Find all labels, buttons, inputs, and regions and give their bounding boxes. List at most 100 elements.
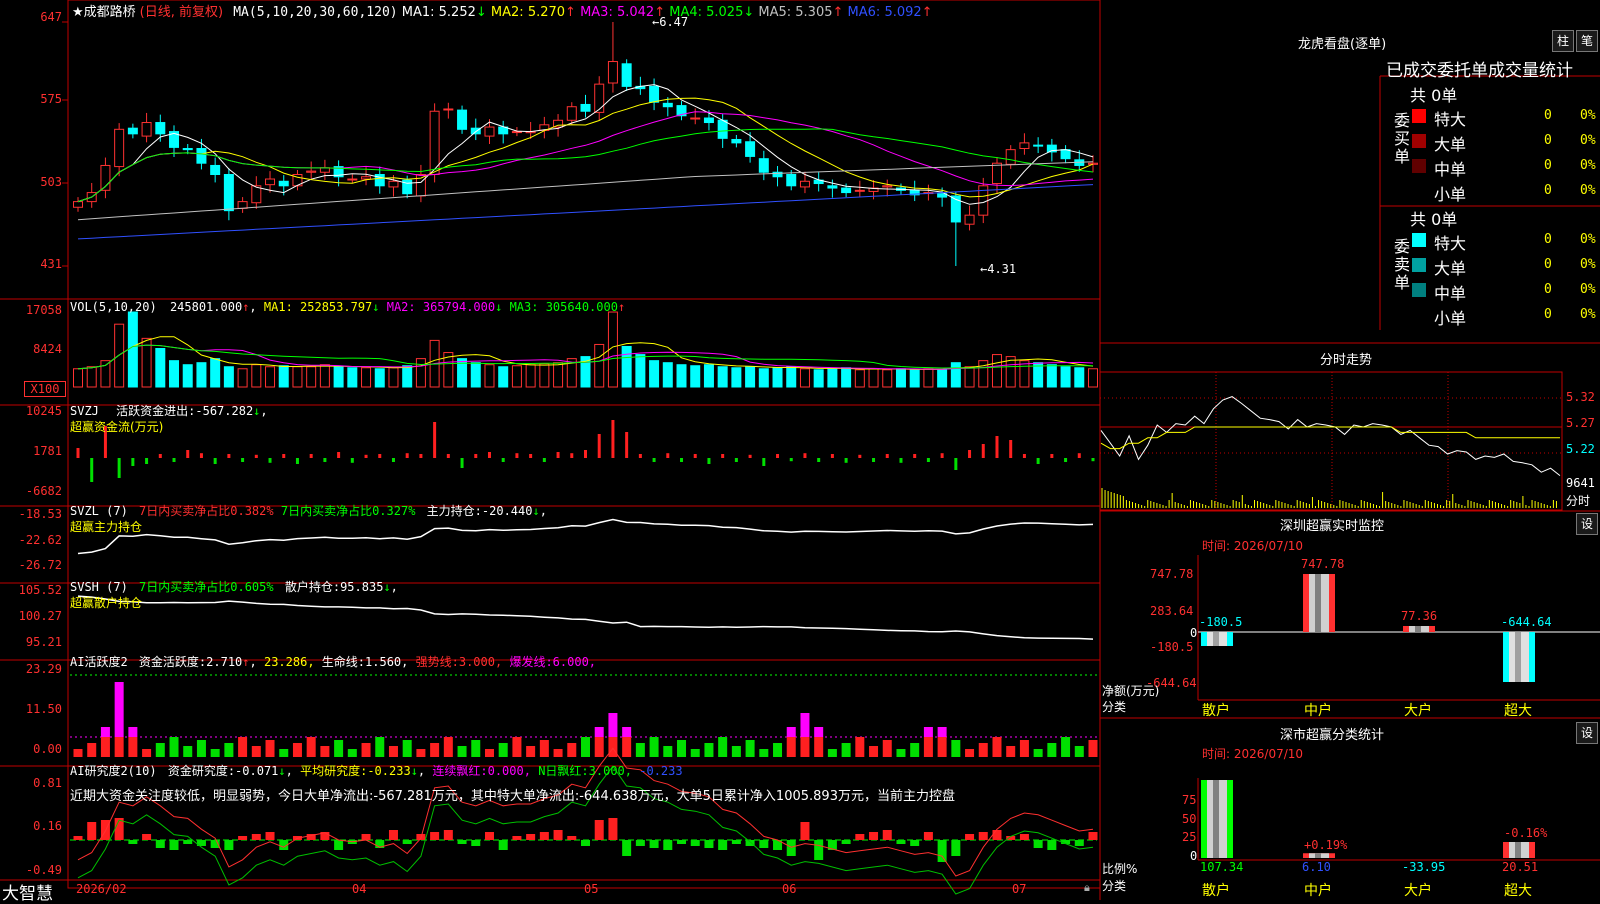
price-axis-431: 431	[40, 257, 62, 271]
period-label[interactable]: (日线, 前复权)	[140, 5, 223, 20]
stats-settings-button[interactable]: 设	[1576, 722, 1598, 744]
ai-active-bar	[1019, 740, 1029, 757]
svzj-axis-mid: 1781	[33, 444, 62, 458]
volume-bar	[127, 311, 138, 388]
svzj-bar	[131, 458, 135, 466]
candle-body	[484, 126, 495, 137]
stats-axis-50: 50	[1182, 812, 1197, 826]
buy-name: 大单	[1434, 135, 1467, 154]
ai-research-bar	[882, 830, 892, 840]
volume-bar	[950, 362, 961, 388]
ai-research-bar	[896, 840, 906, 844]
volume-axis-mid: 8424	[33, 342, 62, 356]
bar-mode-button[interactable]: 柱	[1552, 30, 1574, 52]
monitor-axis-2: 0	[1190, 626, 1198, 640]
ma-value-5: MA5: 5.305↑	[754, 5, 844, 20]
sell-pct: 0%	[1580, 257, 1596, 272]
lock-icon[interactable]: 🔒︎	[1084, 881, 1090, 895]
ai-active-bar	[347, 749, 357, 757]
volume-bar	[923, 368, 934, 388]
volume-bar	[717, 366, 728, 388]
pen-mode-button[interactable]: 笔	[1576, 30, 1598, 52]
candle-body	[1019, 142, 1030, 150]
ai-research-bar	[992, 830, 1002, 840]
ai-research-bar	[649, 840, 659, 848]
buy-total: 共 0单	[1410, 86, 1458, 105]
volume-bar	[1074, 367, 1085, 388]
volume-bar	[1019, 360, 1030, 388]
ai-research-bar	[526, 834, 536, 840]
svzj-bar	[405, 453, 409, 458]
price-axis-503: 503	[40, 175, 62, 189]
stats-axis-25: 25	[1182, 830, 1197, 844]
volume-bar	[662, 362, 673, 388]
ai-active-bar	[622, 737, 632, 757]
ai-active-value: 2.710	[206, 655, 243, 669]
volume-bar	[1088, 368, 1098, 388]
svzj-bar	[954, 458, 958, 470]
volume-bar	[827, 368, 838, 388]
intraday-price-line	[1100, 396, 1561, 476]
ai-active-bar	[951, 740, 961, 757]
stats-value-label: -33.95	[1402, 860, 1446, 874]
svzj-bar	[254, 454, 258, 458]
volume-bar	[772, 367, 783, 388]
ai-research-bar	[567, 836, 577, 840]
candle-body	[662, 102, 673, 108]
intraday-axis-532: 5.32	[1566, 390, 1595, 404]
buy-pct: 0%	[1580, 108, 1596, 123]
price-pane-header: ★成都路桥 (日线, 前复权) MA(5,10,20,30,60,120) MA1…	[72, 1, 933, 20]
dragon-title: 龙虎看盘(逐单)	[1298, 37, 1387, 52]
candle-body	[607, 61, 618, 84]
buy-swatch	[1412, 109, 1426, 123]
ai-active-axis-bot: 0.00	[33, 742, 62, 756]
candle-body	[964, 214, 975, 225]
monitor-settings-button[interactable]: 设	[1576, 513, 1598, 535]
volume-bar	[278, 365, 289, 388]
candle-body	[388, 180, 399, 188]
intraday-axis-label: 分时	[1566, 494, 1591, 508]
svzl-header: SVZL (7) 7日内买卖净占比0.382% 7日内买卖净占比0.327% 主…	[70, 504, 547, 518]
dragon-tabs[interactable]: 已成交委托单成交量统计	[1386, 56, 1573, 81]
star-icon[interactable]: ★	[72, 5, 84, 20]
monitor-bar	[1201, 632, 1233, 647]
svzl-axis-top: -18.53	[18, 507, 62, 521]
svzl-line	[77, 518, 1094, 555]
ai-active-bar	[196, 740, 206, 757]
svzj-bar	[858, 454, 862, 458]
candle-body	[196, 148, 207, 164]
ma-value-1: MA1: 5.252↓	[401, 5, 487, 20]
candle-body	[114, 128, 125, 168]
ai-research-bar	[251, 834, 261, 840]
ai-research-bar	[361, 834, 371, 840]
svzj-bar	[680, 458, 684, 462]
stats-axis-0: 0	[1190, 849, 1198, 863]
ai-active-bar	[334, 740, 344, 757]
buy-count: 0	[1544, 133, 1552, 148]
ai-research-bar	[635, 840, 645, 846]
svzj-bar	[529, 454, 533, 458]
ai-active-bar	[855, 737, 865, 757]
stats-change-label: -0.16%	[1504, 826, 1548, 840]
ai-active-burst-bar	[128, 727, 138, 737]
sell-count: 0	[1544, 257, 1552, 272]
monitor-axis-1: 283.64	[1150, 604, 1194, 618]
ai-active-bars	[73, 682, 1098, 757]
buy-count: 0	[1544, 183, 1552, 198]
ai-active-bar	[608, 737, 618, 757]
volume-bar	[251, 364, 262, 388]
volume-bar	[402, 365, 413, 388]
candle-body	[361, 176, 372, 180]
svzj-bar	[789, 458, 793, 462]
buy-swatch	[1412, 134, 1426, 148]
svzj-bar	[830, 454, 834, 458]
svzj-axis-bot: -6682	[25, 484, 62, 498]
candle-body	[731, 138, 742, 144]
svzj-header: SVZJ 活跃资金进出:-567.282↓,	[70, 404, 268, 418]
ai-active-bar	[635, 743, 645, 757]
svzj-bar	[940, 453, 944, 458]
monitor-axis-0: 747.78	[1150, 567, 1194, 581]
ai-active-bar	[594, 737, 604, 757]
ai-active-bar	[443, 737, 453, 757]
buy-count: 0	[1544, 108, 1552, 123]
